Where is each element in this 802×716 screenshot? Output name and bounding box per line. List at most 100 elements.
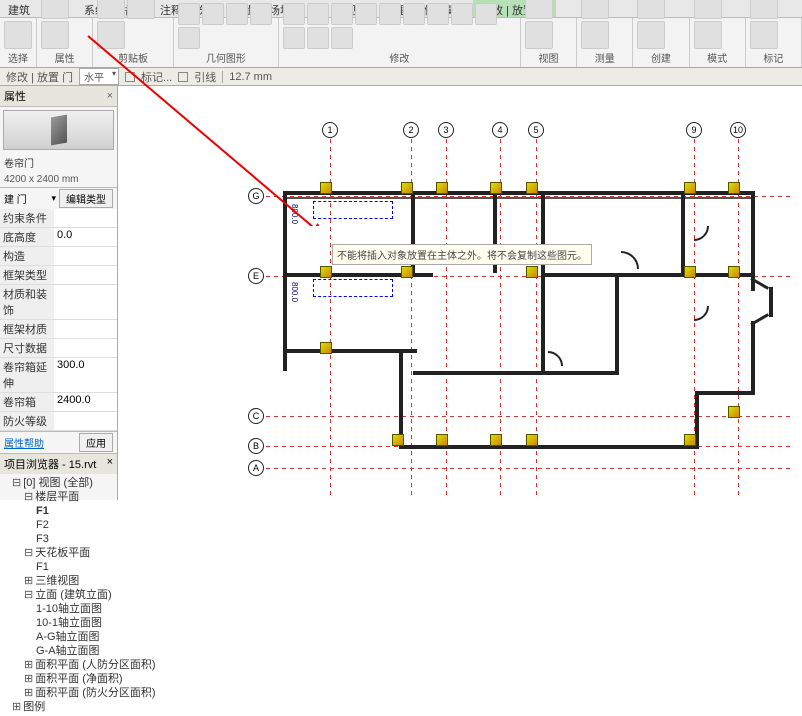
property-row[interactable]: 材质和装饰	[0, 285, 117, 320]
tool-icon[interactable]	[307, 27, 329, 49]
tree-node[interactable]: ⊞面积平面 (人防分区面积)	[2, 658, 115, 672]
column	[401, 182, 413, 194]
tree-node[interactable]: F3	[2, 532, 115, 546]
column	[436, 182, 448, 194]
type-size[interactable]: 4200 x 2400 mm	[0, 172, 117, 188]
tree-node[interactable]: F1	[2, 504, 115, 518]
type-name: 卷帘门	[0, 153, 117, 172]
tree-node[interactable]: G-A轴立面图	[2, 644, 115, 658]
column	[684, 182, 696, 194]
tool-icon[interactable]	[97, 0, 125, 19]
tree-node[interactable]: 10-1轴立面图	[2, 616, 115, 630]
tree-node[interactable]: ⊟[0] 视图 (全部)	[2, 476, 115, 490]
tool-icon[interactable]	[694, 0, 722, 19]
grid-bubble[interactable]: 4	[492, 122, 508, 138]
tool-icon[interactable]	[178, 27, 200, 49]
tool-icon[interactable]	[307, 3, 329, 25]
tool-icon[interactable]	[427, 3, 449, 25]
property-row[interactable]: 尺寸数据	[0, 339, 117, 358]
props-help-link[interactable]: 属性帮助	[4, 435, 76, 450]
tool-icon[interactable]	[283, 27, 305, 49]
grid-bubble[interactable]: 3	[438, 122, 454, 138]
tool-icon[interactable]	[750, 0, 778, 19]
grid-bubble[interactable]: G	[248, 188, 264, 204]
tag-checkbox[interactable]	[125, 72, 135, 82]
tree-node[interactable]: ⊞三维视图	[2, 574, 115, 588]
tree-node[interactable]: ⊟立面 (建筑立面)	[2, 588, 115, 602]
orient-dropdown[interactable]: 水平	[79, 68, 119, 85]
property-row[interactable]: 卷帘箱延伸300.0	[0, 358, 117, 393]
column	[392, 434, 404, 446]
tool-icon[interactable]	[97, 21, 125, 49]
property-row[interactable]: 底高度0.0	[0, 228, 117, 247]
grid-bubble[interactable]: 10	[730, 122, 746, 138]
tool-icon[interactable]	[331, 27, 353, 49]
leader-checkbox[interactable]	[178, 72, 188, 82]
grid-bubble[interactable]: B	[248, 438, 264, 454]
tool-icon[interactable]	[127, 0, 155, 19]
tool-icon[interactable]	[581, 0, 609, 19]
tree-node[interactable]: ⊞面积平面 (防火分区面积)	[2, 686, 115, 700]
grid-bubble[interactable]: 1	[322, 122, 338, 138]
ribbon-group: 创建	[633, 18, 689, 67]
tool-icon[interactable]	[525, 21, 553, 49]
tool-icon[interactable]	[451, 3, 473, 25]
tool-icon[interactable]	[525, 0, 553, 19]
property-row[interactable]: 构造	[0, 247, 117, 266]
tree-node[interactable]: ⊟楼层平面	[2, 490, 115, 504]
close-icon[interactable]: ×	[107, 90, 113, 102]
browser-tree[interactable]: ⊟[0] 视图 (全部)⊟楼层平面F1F2F3⊟天花板平面F1⊞三维视图⊟立面 …	[0, 474, 117, 716]
column	[320, 342, 332, 354]
tool-icon[interactable]	[226, 3, 248, 25]
tool-icon[interactable]	[581, 21, 609, 49]
browser-title: 项目浏览器 - 15.rvt	[4, 456, 96, 472]
close-icon[interactable]: ×	[107, 456, 113, 472]
tree-node[interactable]: ⊞面积平面 (净面积)	[2, 672, 115, 686]
tree-node[interactable]: F2	[2, 518, 115, 532]
column	[490, 434, 502, 446]
tool-icon[interactable]	[250, 3, 272, 25]
tool-icon[interactable]	[637, 21, 665, 49]
tool-icon[interactable]	[4, 21, 32, 49]
tool-icon[interactable]	[694, 21, 722, 49]
tree-node[interactable]: ⊟天花板平面	[2, 546, 115, 560]
property-row[interactable]: 框架材质	[0, 320, 117, 339]
type-thumbnail[interactable]	[3, 110, 114, 150]
property-row[interactable]: 约束条件	[0, 209, 117, 228]
edit-type-button[interactable]: 编辑类型	[59, 189, 113, 208]
tree-node[interactable]: 1-10轴立面图	[2, 602, 115, 616]
tool-icon[interactable]	[41, 0, 69, 19]
door-icon	[51, 115, 67, 146]
apply-button[interactable]: 应用	[79, 433, 113, 452]
drawing-canvas[interactable]: 1 2 3 4 5 9 10 G E CBA	[118, 86, 802, 500]
wall	[283, 273, 287, 353]
tool-icon[interactable]	[283, 3, 305, 25]
ribbon-group: 模式	[690, 18, 746, 67]
leader-label: 引线	[194, 69, 216, 85]
grid-bubble[interactable]: 5	[528, 122, 544, 138]
tool-icon[interactable]	[637, 0, 665, 19]
property-row[interactable]: 框架类型	[0, 266, 117, 285]
tool-icon[interactable]	[355, 3, 377, 25]
tool-icon[interactable]	[750, 21, 778, 49]
tab-0[interactable]: 建筑	[0, 0, 38, 17]
grid-bubble[interactable]: 9	[686, 122, 702, 138]
column	[401, 266, 413, 278]
tool-icon[interactable]	[331, 3, 353, 25]
tool-icon[interactable]	[403, 3, 425, 25]
tool-icon[interactable]	[475, 3, 497, 25]
grid-bubble[interactable]: A	[248, 460, 264, 476]
grid-bubble[interactable]: E	[248, 268, 264, 284]
grid-bubble[interactable]: 2	[403, 122, 419, 138]
tree-node[interactable]: F1	[2, 560, 115, 574]
property-row[interactable]: 防火等级	[0, 412, 117, 431]
property-row[interactable]: 卷帘箱2400.0	[0, 393, 117, 412]
grid-bubble[interactable]: C	[248, 408, 264, 424]
chevron-down-icon[interactable]: ▾	[51, 193, 56, 204]
tool-icon[interactable]	[379, 3, 401, 25]
tree-node[interactable]: A-G轴立面图	[2, 630, 115, 644]
tool-icon[interactable]	[178, 3, 200, 25]
tree-node[interactable]: ⊞图例	[2, 700, 115, 714]
tool-icon[interactable]	[202, 3, 224, 25]
tool-icon[interactable]	[41, 21, 69, 49]
